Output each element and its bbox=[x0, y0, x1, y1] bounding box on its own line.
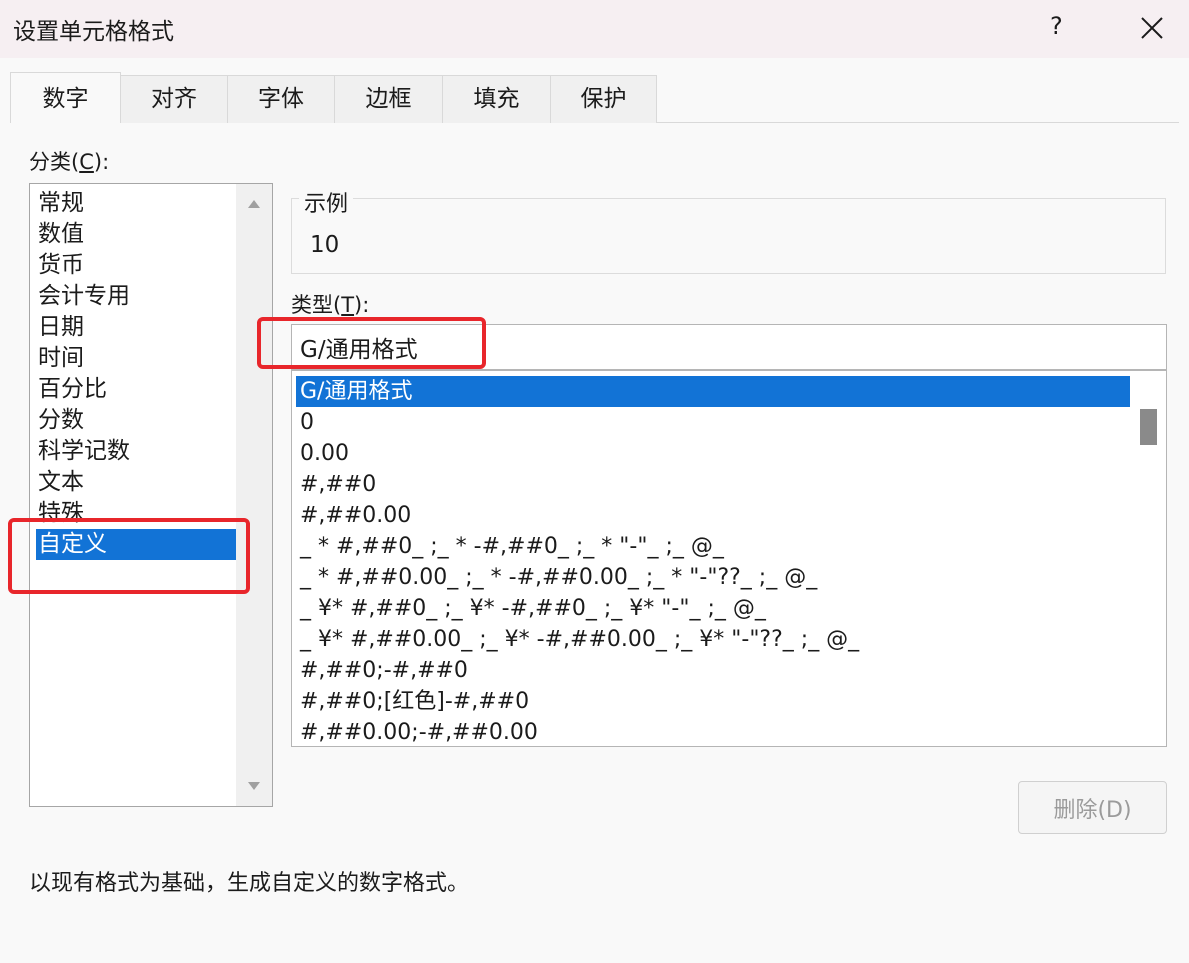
type-label: 类型(T): bbox=[291, 293, 370, 317]
format-item[interactable]: #,##0 bbox=[296, 469, 1130, 500]
format-item[interactable]: #,##0.00;-#,##0.00 bbox=[296, 717, 1130, 746]
format-item[interactable]: #,##0.00 bbox=[296, 500, 1130, 531]
format-item[interactable]: G/通用格式 bbox=[296, 376, 1130, 407]
sample-legend: 示例 bbox=[299, 186, 354, 218]
category-item-currency[interactable]: 货币 bbox=[36, 250, 236, 281]
category-scrollbar[interactable] bbox=[236, 184, 272, 806]
delete-button[interactable]: 删除(D) bbox=[1018, 781, 1167, 834]
title-bar: 设置单元格格式 ? bbox=[0, 0, 1189, 58]
tab-protection[interactable]: 保护 bbox=[550, 75, 657, 123]
category-item-date[interactable]: 日期 bbox=[36, 312, 236, 343]
category-item-time[interactable]: 时间 bbox=[36, 343, 236, 374]
category-item-fraction[interactable]: 分数 bbox=[36, 405, 236, 436]
category-label: 分类(C): bbox=[29, 150, 110, 174]
sample-group bbox=[291, 198, 1166, 274]
sample-value: 10 bbox=[310, 232, 340, 258]
category-item-number[interactable]: 数值 bbox=[36, 219, 236, 250]
format-item[interactable]: #,##0;[红色]-#,##0 bbox=[296, 686, 1130, 717]
tab-fill[interactable]: 填充 bbox=[442, 75, 551, 123]
format-item[interactable]: _ ¥* #,##0_ ;_ ¥* -#,##0_ ;_ ¥* "-"_ ;_ … bbox=[296, 593, 1130, 624]
format-item[interactable]: _ * #,##0_ ;_ * -#,##0_ ;_ * "-"_ ;_ @_ bbox=[296, 531, 1130, 562]
format-item[interactable]: _ ¥* #,##0.00_ ;_ ¥* -#,##0.00_ ;_ ¥* "-… bbox=[296, 624, 1130, 655]
format-list[interactable]: G/通用格式 0 0.00 #,##0 #,##0.00 _ * #,##0_ … bbox=[291, 370, 1167, 747]
category-item-general[interactable]: 常规 bbox=[36, 188, 236, 219]
description-text: 以现有格式为基础，生成自定义的数字格式。 bbox=[29, 871, 470, 896]
category-item-percentage[interactable]: 百分比 bbox=[36, 374, 236, 405]
tab-border[interactable]: 边框 bbox=[334, 75, 443, 123]
category-item-text[interactable]: 文本 bbox=[36, 467, 236, 498]
format-item[interactable]: 0.00 bbox=[296, 438, 1130, 469]
format-scrollbar[interactable] bbox=[1130, 371, 1166, 746]
category-list[interactable]: 常规 数值 货币 会计专用 日期 时间 百分比 分数 科学记数 文本 特殊 自定… bbox=[29, 183, 273, 807]
format-item[interactable]: #,##0;-#,##0 bbox=[296, 655, 1130, 686]
type-input-highlight bbox=[257, 317, 486, 369]
tab-number[interactable]: 数字 bbox=[10, 72, 121, 123]
close-icon bbox=[1141, 17, 1163, 39]
category-item-scientific[interactable]: 科学记数 bbox=[36, 436, 236, 467]
close-button[interactable] bbox=[1132, 10, 1172, 46]
dialog-title: 设置单元格格式 bbox=[13, 19, 174, 45]
help-button[interactable]: ? bbox=[1050, 12, 1063, 40]
tab-font[interactable]: 字体 bbox=[227, 75, 335, 123]
custom-category-highlight bbox=[8, 518, 250, 594]
format-item[interactable]: _ * #,##0.00_ ;_ * -#,##0.00_ ;_ * "-"??… bbox=[296, 562, 1130, 593]
format-scroll-thumb[interactable] bbox=[1140, 409, 1157, 445]
category-item-accounting[interactable]: 会计专用 bbox=[36, 281, 236, 312]
format-item[interactable]: 0 bbox=[296, 407, 1130, 438]
scroll-down-arrow-icon[interactable] bbox=[248, 782, 260, 790]
scroll-up-arrow-icon[interactable] bbox=[248, 200, 260, 208]
tab-alignment[interactable]: 对齐 bbox=[120, 75, 228, 123]
